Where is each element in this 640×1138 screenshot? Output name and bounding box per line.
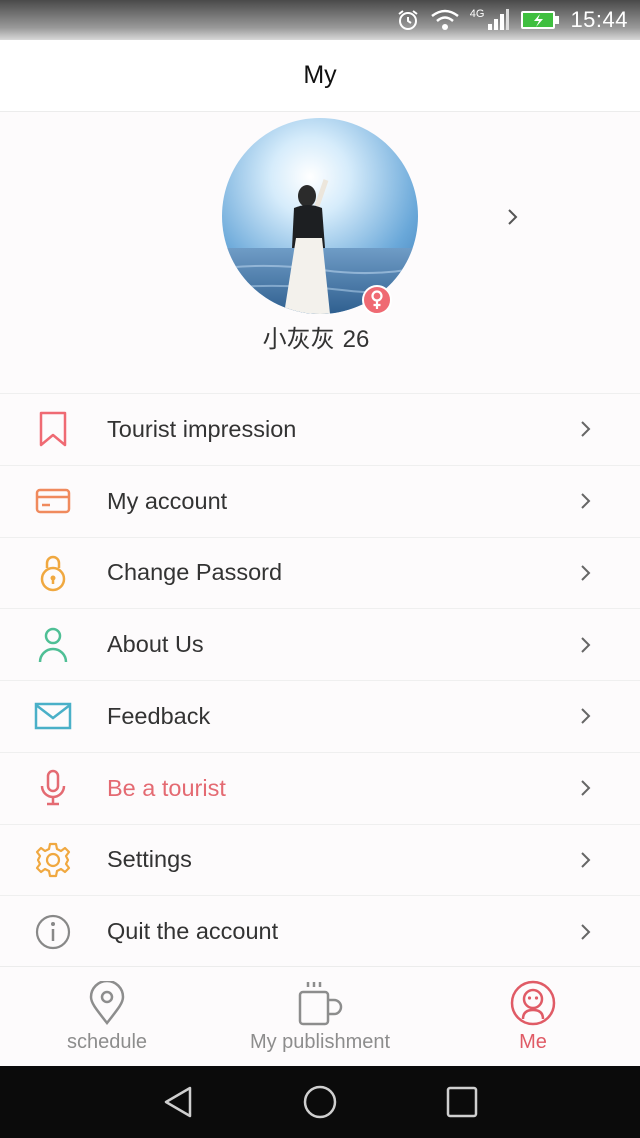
- nav-label: Me: [519, 1031, 547, 1053]
- location-pin-icon: [88, 979, 126, 1027]
- chevron-right-icon: [581, 636, 591, 653]
- nav-item-my-publishment[interactable]: My publishment: [230, 967, 410, 1067]
- chevron-right-icon: [581, 565, 591, 581]
- menu-item-label: Feedback: [107, 702, 211, 729]
- gear-icon: [34, 841, 72, 879]
- person-face-icon: [509, 979, 557, 1027]
- network-type-label: 4G: [469, 8, 485, 20]
- microphone-icon: [34, 769, 72, 807]
- battery-icon: [521, 11, 560, 29]
- menu-item-my-account[interactable]: My account: [0, 464, 640, 537]
- menu-item-label: Be a tourist: [107, 774, 226, 801]
- menu-item-label: About Us: [107, 631, 204, 658]
- lock-icon: [34, 554, 72, 592]
- status-bar: 4G 15:44: [0, 0, 640, 40]
- alarm-icon: [398, 10, 418, 30]
- female-symbol-icon: [371, 290, 383, 309]
- menu-item-label: My account: [107, 487, 228, 514]
- signal-icon: [488, 9, 510, 30]
- bookmark-icon: [34, 410, 72, 448]
- profile-section[interactable]: 小灰灰 26: [0, 113, 640, 393]
- system-nav-bar: [0, 1066, 640, 1138]
- chevron-right-icon: [581, 780, 591, 796]
- person-icon: [34, 626, 72, 664]
- chevron-right-icon[interactable]: [506, 207, 520, 227]
- menu-item-feedback[interactable]: Feedback: [0, 680, 640, 752]
- nav-item-schedule[interactable]: schedule: [47, 967, 167, 1067]
- back-icon[interactable]: [160, 1084, 196, 1120]
- menu-item-label: Settings: [107, 846, 192, 873]
- menu-item-quit-account[interactable]: Quit the account: [0, 895, 640, 967]
- card-icon: [34, 482, 72, 520]
- user-age: 26: [342, 326, 370, 353]
- chevron-right-icon: [581, 421, 591, 438]
- chevron-right-icon: [581, 493, 591, 509]
- bottom-nav: schedule My publishment Me: [0, 966, 640, 1066]
- menu-item-label: Quit the account: [107, 918, 279, 945]
- menu-item-change-password[interactable]: Change Passord: [0, 536, 640, 609]
- menu-item-settings[interactable]: Settings: [0, 823, 640, 896]
- username: 小灰灰: [262, 326, 335, 353]
- nav-label: My publishment: [249, 1031, 391, 1053]
- nav-item-me[interactable]: Me: [483, 967, 583, 1067]
- profile-name: 小灰灰 26: [0, 319, 632, 354]
- recent-apps-icon[interactable]: [444, 1084, 480, 1120]
- menu-item-be-a-tourist[interactable]: Be a tourist: [0, 751, 640, 824]
- home-icon[interactable]: [302, 1084, 338, 1120]
- envelope-icon: [34, 697, 72, 735]
- menu-item-label: Tourist impression: [107, 415, 297, 442]
- wifi-icon: [430, 9, 459, 30]
- menu-item-tourist-impression[interactable]: Tourist impression: [0, 393, 640, 465]
- menu-item-about-us[interactable]: About Us: [0, 608, 640, 680]
- status-time: 15:44: [570, 7, 628, 32]
- chevron-right-icon: [581, 708, 591, 725]
- menu-item-label: Change Passord: [107, 559, 283, 586]
- coffee-cup-icon: [296, 979, 344, 1027]
- nav-label: schedule: [66, 1031, 148, 1053]
- info-icon: [34, 913, 72, 951]
- page-title: My: [303, 61, 337, 89]
- chevron-right-icon: [581, 923, 591, 940]
- avatar[interactable]: [222, 118, 418, 314]
- settings-menu: Tourist impression My account Change Pas…: [0, 393, 640, 967]
- header: My: [0, 40, 640, 112]
- female-gender-badge: [362, 285, 392, 315]
- chevron-right-icon: [581, 852, 591, 868]
